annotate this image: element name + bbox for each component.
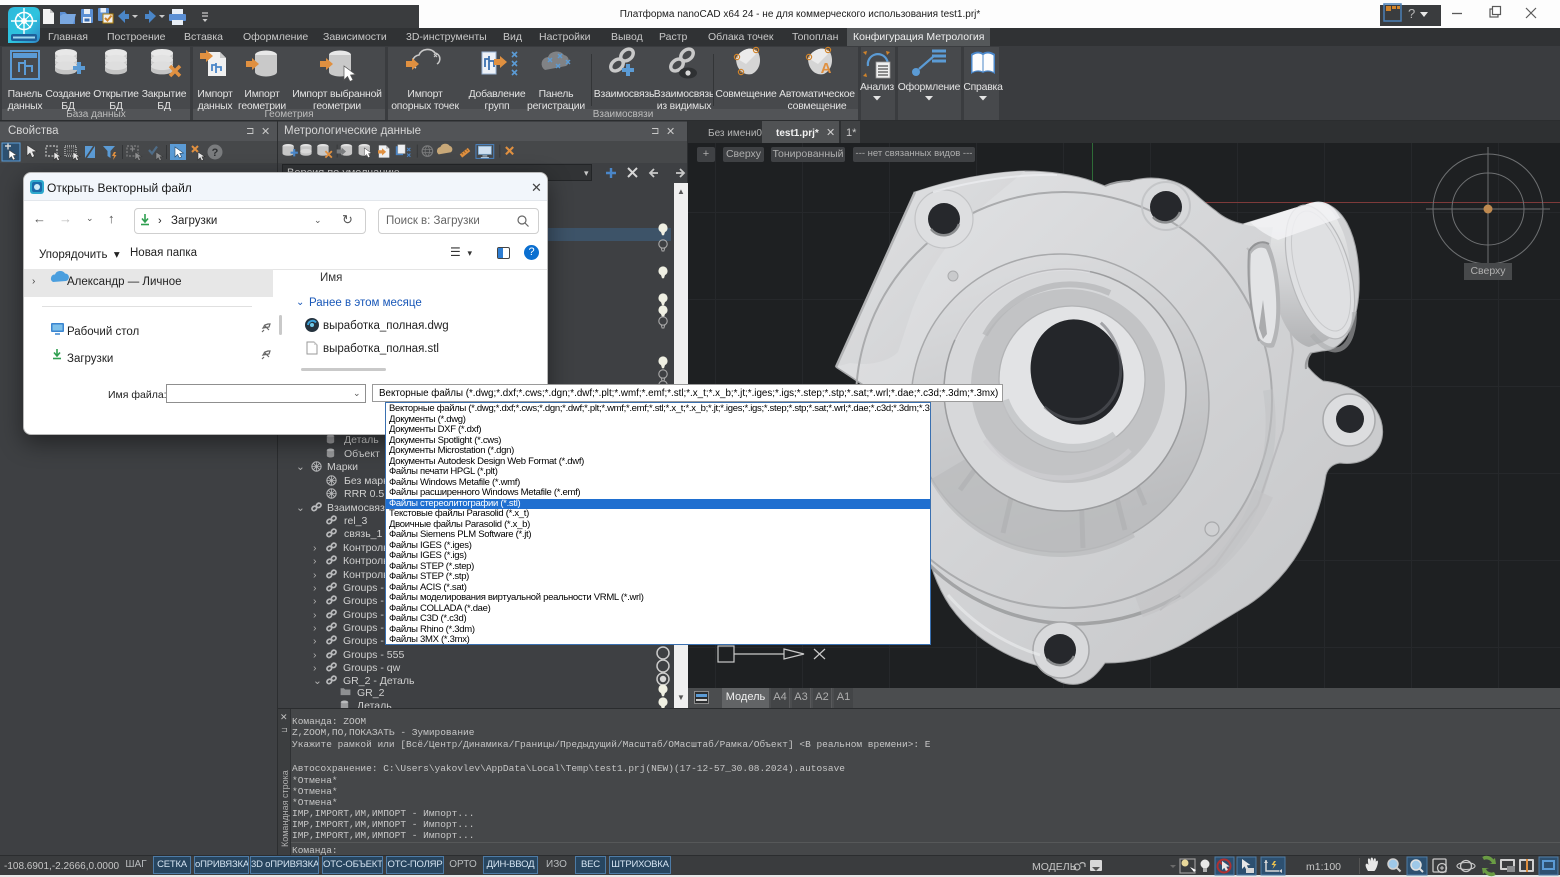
svg-text:данных: данных <box>198 101 234 112</box>
svg-text:опорных точек: опорных точек <box>391 101 459 112</box>
svg-text:из видимых: из видимых <box>657 101 712 112</box>
svg-text:Панель: Панель <box>8 89 43 100</box>
svg-text:Создание: Создание <box>45 89 91 100</box>
svg-text:A: A <box>821 60 832 77</box>
svg-text:групп: групп <box>485 101 510 112</box>
svg-text:Импорт: Импорт <box>244 89 280 100</box>
svg-text:Взаимосвязь: Взаимосвязь <box>594 89 654 100</box>
svg-text:Оформление: Оформление <box>898 81 961 93</box>
svg-text:?: ? <box>212 147 219 159</box>
svg-text:БД: БД <box>157 101 171 112</box>
svg-text:данных: данных <box>8 101 44 112</box>
svg-text:Анализ: Анализ <box>860 82 894 93</box>
svg-text:Добавление: Добавление <box>469 88 526 100</box>
svg-text:Импорт выбранной: Импорт выбранной <box>292 88 382 100</box>
svg-text:БД: БД <box>61 101 75 112</box>
svg-text:регистрации: регистрации <box>527 101 585 112</box>
svg-text:Совмещение: Совмещение <box>715 89 777 100</box>
svg-text:?: ? <box>1408 6 1415 21</box>
svg-text:Открытие: Открытие <box>93 89 139 100</box>
svg-text:БД: БД <box>109 101 123 112</box>
svg-text:Справка: Справка <box>963 82 1003 93</box>
svg-text:Автоматическое: Автоматическое <box>779 89 855 100</box>
svg-text:Панель: Панель <box>539 89 574 100</box>
svg-text:геометрии: геометрии <box>313 101 361 112</box>
svg-text:геометрии: геометрии <box>238 101 286 112</box>
svg-text:совмещение: совмещение <box>788 101 847 112</box>
svg-text:Взаимосвязь: Взаимосвязь <box>654 89 714 100</box>
svg-text:Импорт: Импорт <box>197 89 233 100</box>
svg-text:Импорт: Импорт <box>407 89 443 100</box>
svg-text:Закрытие: Закрытие <box>142 89 187 100</box>
